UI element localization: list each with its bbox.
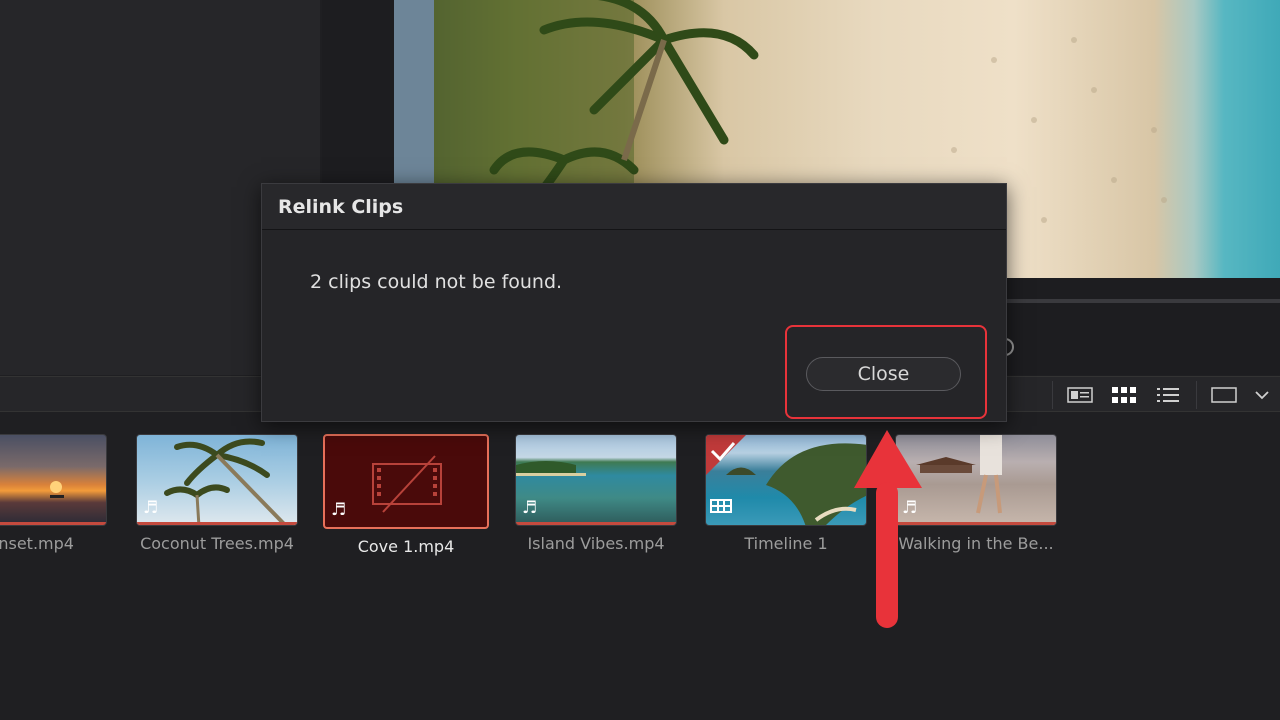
- toolbar-divider: [1052, 381, 1053, 409]
- clip-timeline-1[interactable]: Timeline 1: [705, 434, 867, 553]
- clip-name: Coconut Trees.mp4: [140, 534, 294, 553]
- viewer-scrubber[interactable]: [1006, 299, 1280, 303]
- metadata-view-icon[interactable]: [1062, 377, 1098, 413]
- clip-thumbnail: [0, 434, 107, 526]
- clip-thumbnail: ♬: [515, 434, 677, 526]
- clip-sunset[interactable]: Sunset.mp4: [0, 434, 107, 553]
- clip-name: Sunset.mp4: [0, 534, 74, 553]
- arrow-up-icon: [854, 430, 922, 628]
- list-view-icon[interactable]: [1150, 377, 1186, 413]
- offline-indicator-bar: [0, 522, 106, 525]
- clip-coconut-trees[interactable]: ♬ Coconut Trees.mp4: [136, 434, 298, 553]
- thumbnail-view-icon[interactable]: [1106, 377, 1142, 413]
- audio-note-icon: ♬: [522, 498, 538, 518]
- clip-thumbnail: ♬: [136, 434, 298, 526]
- app-window: Sunset.mp4 ♬ Coconut Trees.mp4 ♬: [0, 0, 1280, 720]
- dialog-message: 2 clips could not be found.: [310, 271, 563, 293]
- clip-cove-1[interactable]: ♬ Cove 1.mp4: [323, 434, 489, 556]
- highlight-box: [785, 325, 987, 419]
- offline-indicator-bar: [137, 522, 297, 525]
- audio-note-icon: ♬: [143, 498, 159, 518]
- toolbar-divider: [1196, 381, 1197, 409]
- dialog-title: Relink Clips: [262, 184, 1006, 230]
- media-offline-icon: [372, 455, 442, 513]
- viewer-size-icon[interactable]: [1206, 377, 1242, 413]
- offline-indicator-bar: [516, 522, 676, 525]
- audio-note-icon: ♬: [331, 500, 347, 520]
- clip-island-vibes[interactable]: ♬ Island Vibes.mp4: [515, 434, 677, 553]
- clip-name: Island Vibes.mp4: [527, 534, 665, 553]
- clip-name: Timeline 1: [744, 534, 828, 553]
- clip-thumbnail: [705, 434, 867, 526]
- timeline-icon: [710, 499, 732, 513]
- clip-name: Cove 1.mp4: [357, 537, 455, 556]
- clip-thumbnail-offline: ♬: [323, 434, 489, 529]
- chevron-down-icon[interactable]: [1248, 377, 1276, 413]
